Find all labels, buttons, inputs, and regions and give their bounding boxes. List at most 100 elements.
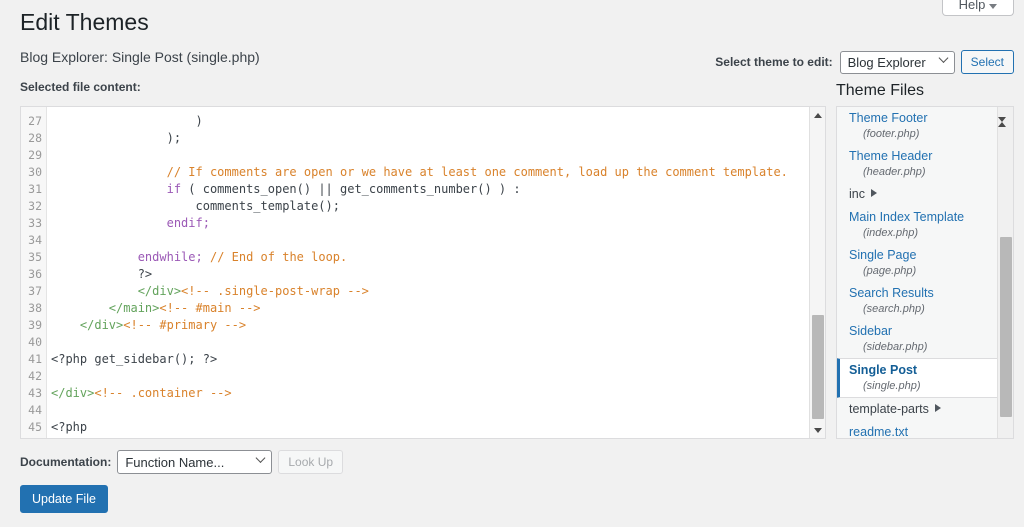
code-line[interactable]: </main><!-- #main --> [47, 300, 825, 317]
code-line[interactable] [47, 334, 825, 351]
theme-files-panel[interactable]: Theme Footer(footer.php)Theme Header(hea… [836, 106, 1014, 439]
code-line[interactable]: comments_template(); [47, 198, 825, 215]
line-number: 46 [21, 436, 46, 439]
theme-selector-label: Select theme to edit: [715, 55, 832, 69]
theme-files-heading: Theme Files [836, 82, 924, 100]
select-theme-button[interactable]: Select [961, 50, 1014, 74]
theme-file-filename: (footer.php) [849, 127, 989, 142]
line-number: 41 [21, 351, 46, 368]
theme-file-filename: (page.php) [849, 264, 989, 279]
theme-file-item[interactable]: inc [837, 183, 999, 206]
line-number: 28 [21, 130, 46, 147]
line-number: 34 [21, 232, 46, 249]
code-token: ( comments_open() || get_comments_number… [181, 182, 521, 196]
line-number: 42 [21, 368, 46, 385]
documentation-label: Documentation: [20, 455, 111, 469]
code-line[interactable]: ?> [47, 266, 825, 283]
code-line[interactable]: ) [47, 113, 825, 130]
documentation-row: Documentation: Function Name... Look Up [20, 450, 343, 474]
help-tab-button[interactable]: Help [942, 0, 1014, 16]
files-scroll-down-button[interactable] [998, 122, 1013, 137]
code-token: <!-- .container --> [94, 386, 231, 400]
line-number: 39 [21, 317, 46, 334]
code-token: </main> [51, 301, 159, 315]
code-token: ); [51, 131, 181, 145]
code-editor[interactable]: 2728293031323334353637383940414243444546… [20, 106, 826, 439]
triangle-down-icon [998, 117, 1006, 137]
theme-select-dropdown[interactable]: Blog Explorer [840, 51, 955, 74]
code-token [51, 250, 138, 264]
theme-files-list: Theme Footer(footer.php)Theme Header(hea… [837, 106, 999, 439]
code-line[interactable] [47, 147, 825, 164]
code-line[interactable]: get_footer(); [47, 436, 825, 438]
code-line[interactable] [47, 232, 825, 249]
theme-file-title: template-parts [849, 401, 989, 418]
theme-file-item[interactable]: Search Results(search.php) [837, 282, 999, 320]
editor-vertical-scrollbar[interactable] [809, 107, 825, 438]
help-tab-label: Help [959, 0, 986, 12]
code-line[interactable]: </div><!-- #primary --> [47, 317, 825, 334]
theme-file-item[interactable]: Single Page(page.php) [837, 244, 999, 282]
code-line[interactable] [47, 368, 825, 385]
code-line[interactable]: <?php [47, 419, 825, 436]
theme-file-filename: (sidebar.php) [849, 340, 989, 355]
theme-file-item[interactable]: Sidebar(sidebar.php) [837, 320, 999, 358]
code-line[interactable]: <?php get_sidebar(); ?> [47, 351, 825, 368]
selected-file-content-label: Selected file content: [20, 80, 141, 94]
theme-file-title: readme.txt [849, 424, 989, 439]
theme-file-title: Sidebar [849, 323, 989, 340]
code-line[interactable]: </div><!-- .single-post-wrap --> [47, 283, 825, 300]
code-line[interactable] [47, 402, 825, 419]
documentation-select-dropdown[interactable]: Function Name... [117, 450, 272, 474]
theme-select-value: Blog Explorer [848, 55, 926, 70]
line-number: 31 [21, 181, 46, 198]
update-file-button[interactable]: Update File [20, 485, 108, 513]
documentation-select-value: Function Name... [125, 455, 224, 470]
triangle-right-icon [871, 189, 877, 197]
line-number: 44 [21, 402, 46, 419]
editor-scroll-thumb[interactable] [812, 315, 824, 419]
code-token: </div> [51, 386, 94, 400]
theme-file-item[interactable]: readme.txt [837, 421, 999, 439]
theme-file-filename: (single.php) [849, 379, 988, 394]
code-content-area[interactable]: ) ); // If comments are open or we have … [47, 107, 825, 438]
code-line[interactable]: ); [47, 130, 825, 147]
theme-file-title: Theme Footer [849, 110, 989, 127]
code-line[interactable]: </div><!-- .container --> [47, 385, 825, 402]
triangle-right-icon [935, 404, 941, 412]
code-line[interactable]: endif; [47, 215, 825, 232]
line-number: 35 [21, 249, 46, 266]
theme-file-item[interactable]: Single Post(single.php) [836, 358, 999, 398]
theme-file-title: Search Results [849, 285, 989, 302]
code-token: <!-- .single-post-wrap --> [181, 284, 369, 298]
code-token: </div> [51, 284, 181, 298]
line-number: 38 [21, 300, 46, 317]
scroll-down-button[interactable] [810, 422, 826, 438]
line-number: 32 [21, 198, 46, 215]
theme-file-filename: (header.php) [849, 165, 989, 180]
line-number: 33 [21, 215, 46, 232]
theme-file-item[interactable]: Main Index Template(index.php) [837, 206, 999, 244]
code-token: ?> [51, 267, 152, 281]
theme-file-title: Single Post [849, 362, 988, 379]
code-token: // If comments are open or we have at le… [51, 165, 788, 179]
chevron-down-icon [938, 53, 948, 63]
theme-file-item[interactable]: Theme Header(header.php) [837, 145, 999, 183]
files-vertical-scrollbar[interactable] [997, 107, 1013, 438]
code-line[interactable]: if ( comments_open() || get_comments_num… [47, 181, 825, 198]
theme-selector-row: Select theme to edit: Blog Explorer Sele… [715, 50, 1014, 74]
code-line[interactable]: endwhile; // End of the loop. [47, 249, 825, 266]
theme-file-title: inc [849, 186, 989, 203]
code-token: <!-- #main --> [159, 301, 260, 315]
theme-file-title: Single Page [849, 247, 989, 264]
line-number: 40 [21, 334, 46, 351]
code-token [51, 182, 167, 196]
line-number: 30 [21, 164, 46, 181]
theme-file-item[interactable]: template-parts [837, 398, 999, 421]
theme-file-filename: (index.php) [849, 226, 989, 241]
files-scroll-thumb[interactable] [1000, 237, 1012, 417]
look-up-button[interactable]: Look Up [278, 450, 343, 474]
code-line[interactable]: // If comments are open or we have at le… [47, 164, 825, 181]
scroll-up-button[interactable] [810, 107, 826, 123]
theme-file-item[interactable]: Theme Footer(footer.php) [837, 107, 999, 145]
